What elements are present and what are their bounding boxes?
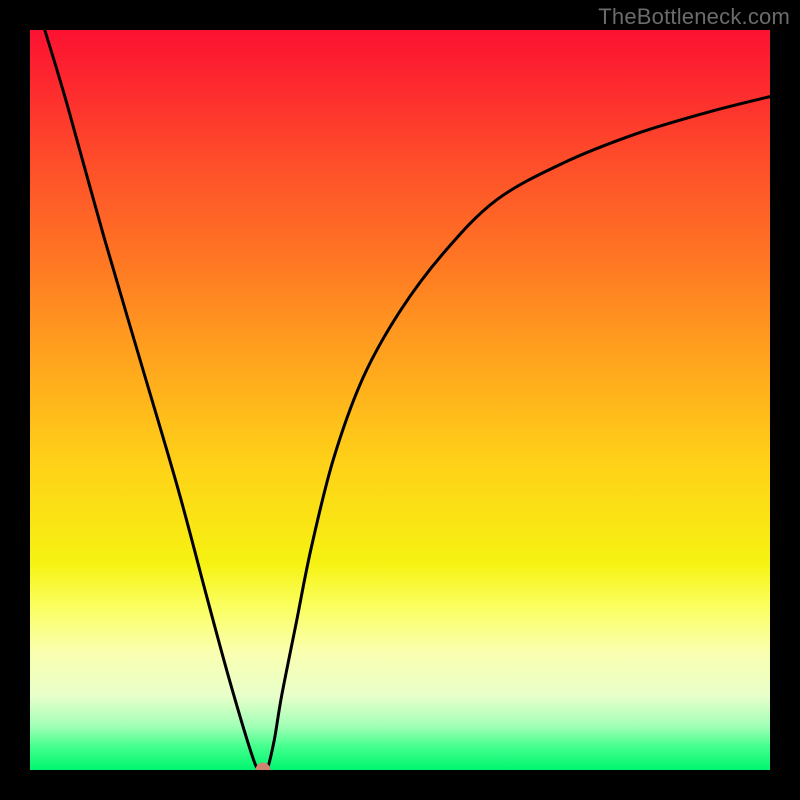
watermark-label: TheBottleneck.com [598,4,790,30]
bottleneck-curve [30,30,770,770]
plot-area [30,30,770,770]
chart-frame: TheBottleneck.com [0,0,800,800]
